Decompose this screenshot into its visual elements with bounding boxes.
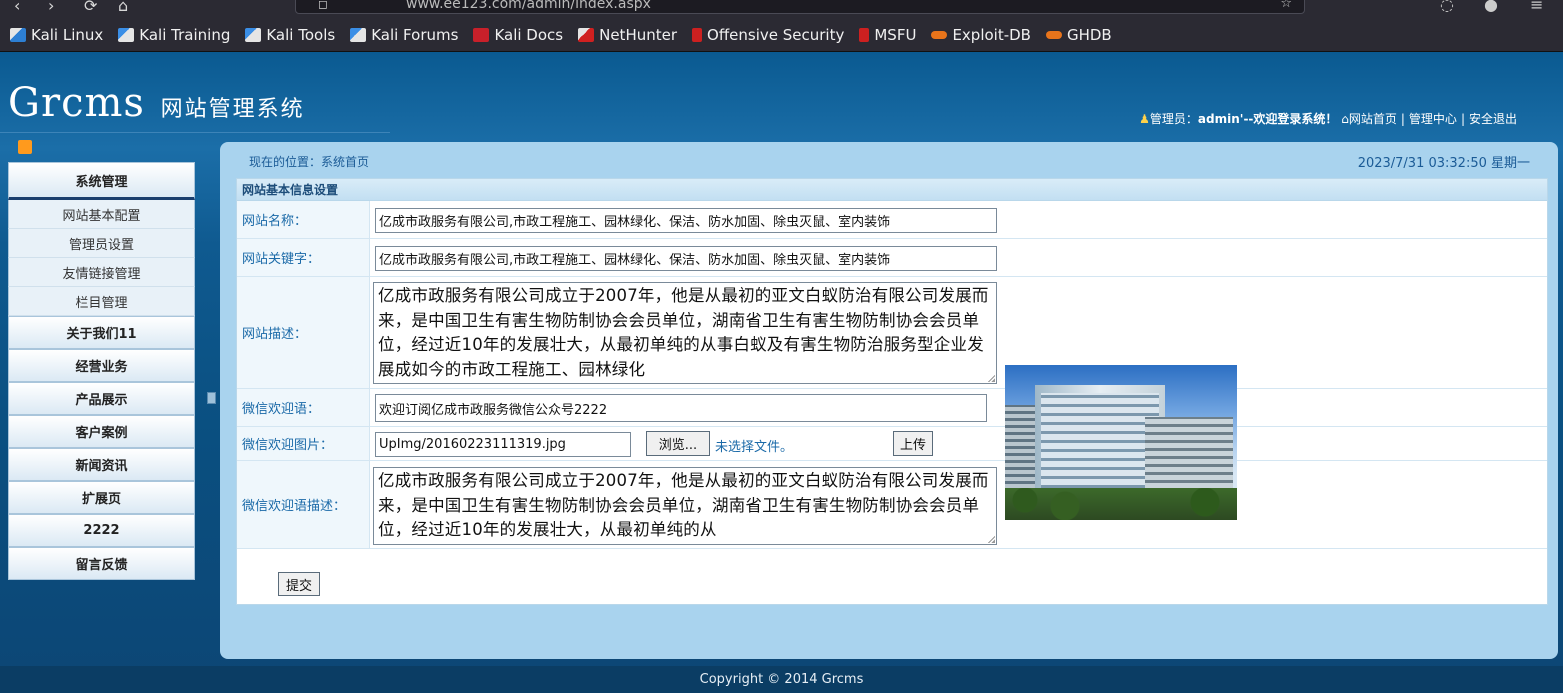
- sidebar-section-2222[interactable]: 2222: [8, 514, 195, 547]
- row-site-name: 网站名称： 亿成市政服务有限公司,市政工程施工、园林绿化、保洁、防水加固、除虫灭…: [237, 201, 1547, 239]
- home-icon[interactable]: ⌂: [118, 0, 128, 15]
- copyright-text: Copyright © 2014 Grcms: [699, 672, 864, 687]
- site-settings-form: 网站基本信息设置 网站名称： 亿成市政服务有限公司,市政工程施工、园林绿化、保洁…: [236, 178, 1548, 605]
- sidebar-section-feedback[interactable]: 留言反馈: [8, 547, 195, 580]
- browse-button[interactable]: 浏览...: [646, 431, 710, 456]
- form-title: 网站基本信息设置: [237, 179, 1547, 201]
- bookmark-kali-docs[interactable]: Kali Docs: [473, 26, 563, 44]
- lock-icon: ◻: [318, 0, 328, 11]
- browser-toolbar: ‹ › ⟳ ⌂ ◻ www.ee123.com/admin/index.aspx…: [0, 0, 1563, 18]
- sidebar-item-site-config[interactable]: 网站基本配置: [8, 200, 195, 229]
- no-file-text: 未选择文件。: [715, 440, 794, 455]
- main-panel: 现在的位置：系统首页 2023/7/31 03:32:50 星期一 网站基本信息…: [220, 142, 1558, 659]
- kali-tools-icon: [245, 27, 262, 42]
- resize-grip-icon[interactable]: [987, 535, 995, 543]
- sidebar-section-products[interactable]: 产品展示: [8, 382, 195, 415]
- sidebar-section-system[interactable]: 系统管理: [8, 162, 195, 200]
- bookmark-kali-forums[interactable]: Kali Forums: [350, 26, 458, 44]
- bookmark-offensive-security[interactable]: Offensive Security: [692, 26, 844, 44]
- wechat-welcome-image: [1005, 365, 1237, 520]
- logo-text: Grcms: [8, 80, 145, 126]
- house-icon: ⌂: [1341, 112, 1349, 126]
- sidebar-toggle[interactable]: [207, 392, 216, 404]
- row-wechat-image: 微信欢迎图片： UpImg/20160223111319.jpg 浏览... 未…: [237, 427, 1547, 461]
- row-wechat-description: 微信欢迎语描述： 亿成市政服务有限公司成立于2007年，他是从最初的亚文白蚁防治…: [237, 461, 1547, 549]
- offsec-icon: [692, 27, 703, 42]
- site-name-label: 网站名称：: [237, 201, 370, 238]
- back-icon[interactable]: ‹: [14, 0, 20, 15]
- description-label: 网站描述：: [237, 277, 370, 388]
- row-wechat-welcome: 微信欢迎语： 欢迎订阅亿成市政服务微信公众号2222: [237, 389, 1547, 427]
- admin-center-link[interactable]: 管理中心: [1409, 112, 1457, 126]
- site-logo: Grcms 网站管理系统: [8, 80, 305, 126]
- bookmark-star-icon[interactable]: ☆: [1280, 0, 1292, 11]
- bookmark-nethunter[interactable]: NetHunter: [578, 26, 677, 44]
- separator: |: [1460, 112, 1465, 126]
- menu-icon[interactable]: ≡: [1530, 0, 1543, 14]
- sidebar-item-friend-links[interactable]: 友情链接管理: [8, 258, 195, 287]
- sidebar-section-about[interactable]: 关于我们11: [8, 316, 195, 349]
- reload-icon[interactable]: ⟳: [84, 0, 97, 15]
- bookmark-kali-linux[interactable]: Kali Linux: [10, 26, 103, 44]
- bookmark-ghdb[interactable]: GHDB: [1045, 26, 1112, 44]
- submit-button[interactable]: 提交: [278, 572, 320, 596]
- pocket-icon[interactable]: ◌: [1440, 0, 1454, 14]
- upload-button[interactable]: 上传: [893, 431, 933, 456]
- sidebar-section-business[interactable]: 经营业务: [8, 349, 195, 382]
- admin-prefix: 管理员：: [1149, 112, 1198, 126]
- kali-dragon-icon: [10, 27, 26, 42]
- ghdb-icon: [1045, 30, 1062, 39]
- rss-icon[interactable]: [18, 140, 32, 154]
- sidebar-section-cases[interactable]: 客户案例: [8, 415, 195, 448]
- row-keywords: 网站关键字： 亿成市政服务有限公司,市政工程施工、园林绿化、保洁、防水加固、除虫…: [237, 239, 1547, 277]
- admin-header-links: ♟管理员：admin'--欢迎登录系统！ ⌂网站首页 | 管理中心 | 安全退出: [1139, 110, 1517, 127]
- home-link[interactable]: 网站首页: [1349, 112, 1397, 126]
- wechat-image-label: 微信欢迎图片：: [237, 427, 370, 460]
- admin-page: Grcms 网站管理系统 ♟管理员：admin'--欢迎登录系统！ ⌂网站首页 |…: [0, 52, 1563, 693]
- datetime: 2023/7/31 03:32:50 星期一: [1357, 156, 1530, 171]
- keywords-label: 网站关键字：: [237, 239, 370, 276]
- logo-subtitle: 网站管理系统: [160, 97, 305, 122]
- account-icon[interactable]: ●: [1484, 0, 1498, 14]
- wechat-desc-text: 亿成市政服务有限公司成立于2007年，他是从最初的亚文白蚁防治有限公司发展而来，…: [378, 471, 989, 539]
- msfu-icon: [859, 27, 870, 42]
- kali-docs-icon: [473, 27, 490, 42]
- breadcrumb: 现在的位置：系统首页: [249, 155, 370, 169]
- description-text: 亿成市政服务有限公司成立于2007年，他是从最初的亚文白蚁防治有限公司发展而来，…: [378, 286, 989, 379]
- wechat-welcome-label: 微信欢迎语：: [237, 389, 370, 426]
- separator: |: [1400, 112, 1405, 126]
- exploitdb-icon: [931, 30, 948, 39]
- logo-underline: [0, 132, 390, 133]
- sidebar-item-admin-settings[interactable]: 管理员设置: [8, 229, 195, 258]
- resize-grip-icon[interactable]: [987, 374, 995, 382]
- footer: Copyright © 2014 Grcms: [0, 666, 1563, 693]
- wechat-image-path-input[interactable]: UpImg/20160223111319.jpg: [375, 432, 631, 457]
- kali-forums-icon: [350, 27, 367, 42]
- keywords-input[interactable]: 亿成市政服务有限公司,市政工程施工、园林绿化、保洁、防水加固、除虫灭鼠、室内装饰: [375, 246, 997, 271]
- bookmarks-bar: Kali Linux Kali Training Kali Tools Kali…: [0, 18, 1563, 52]
- url-text: www.ee123.com/admin/index.aspx: [406, 0, 651, 12]
- bookmark-kali-training[interactable]: Kali Training: [118, 26, 230, 44]
- user-icon: ♟: [1139, 112, 1150, 126]
- wechat-welcome-input[interactable]: 欢迎订阅亿成市政服务微信公众号2222: [375, 394, 987, 422]
- logout-link[interactable]: 安全退出: [1469, 112, 1517, 126]
- sidebar-section-extension[interactable]: 扩展页: [8, 481, 195, 514]
- admin-user: admin'--欢迎登录系统！: [1197, 112, 1338, 126]
- wechat-desc-label: 微信欢迎语描述：: [237, 461, 370, 548]
- site-name-input[interactable]: 亿成市政服务有限公司,市政工程施工、园林绿化、保洁、防水加固、除虫灭鼠、室内装饰: [375, 208, 997, 233]
- description-textarea[interactable]: 亿成市政服务有限公司成立于2007年，他是从最初的亚文白蚁防治有限公司发展而来，…: [373, 282, 997, 384]
- bookmark-exploit-db[interactable]: Exploit-DB: [931, 26, 1031, 44]
- wechat-desc-textarea[interactable]: 亿成市政服务有限公司成立于2007年，他是从最初的亚文白蚁防治有限公司发展而来，…: [373, 467, 997, 545]
- row-description: 网站描述： 亿成市政服务有限公司成立于2007年，他是从最初的亚文白蚁防治有限公…: [237, 277, 1547, 389]
- kali-training-icon: [118, 27, 135, 42]
- bookmark-kali-tools[interactable]: Kali Tools: [245, 26, 335, 44]
- sidebar: 系统管理 网站基本配置 管理员设置 友情链接管理 栏目管理 关于我们11 经营业…: [8, 162, 195, 662]
- sidebar-item-column-management[interactable]: 栏目管理: [8, 287, 195, 316]
- url-bar[interactable]: ◻ www.ee123.com/admin/index.aspx ☆: [295, 0, 1305, 14]
- forward-icon[interactable]: ›: [48, 0, 54, 15]
- bookmark-msfu[interactable]: MSFU: [859, 26, 916, 44]
- sidebar-section-news[interactable]: 新闻资讯: [8, 448, 195, 481]
- nethunter-icon: [578, 27, 595, 42]
